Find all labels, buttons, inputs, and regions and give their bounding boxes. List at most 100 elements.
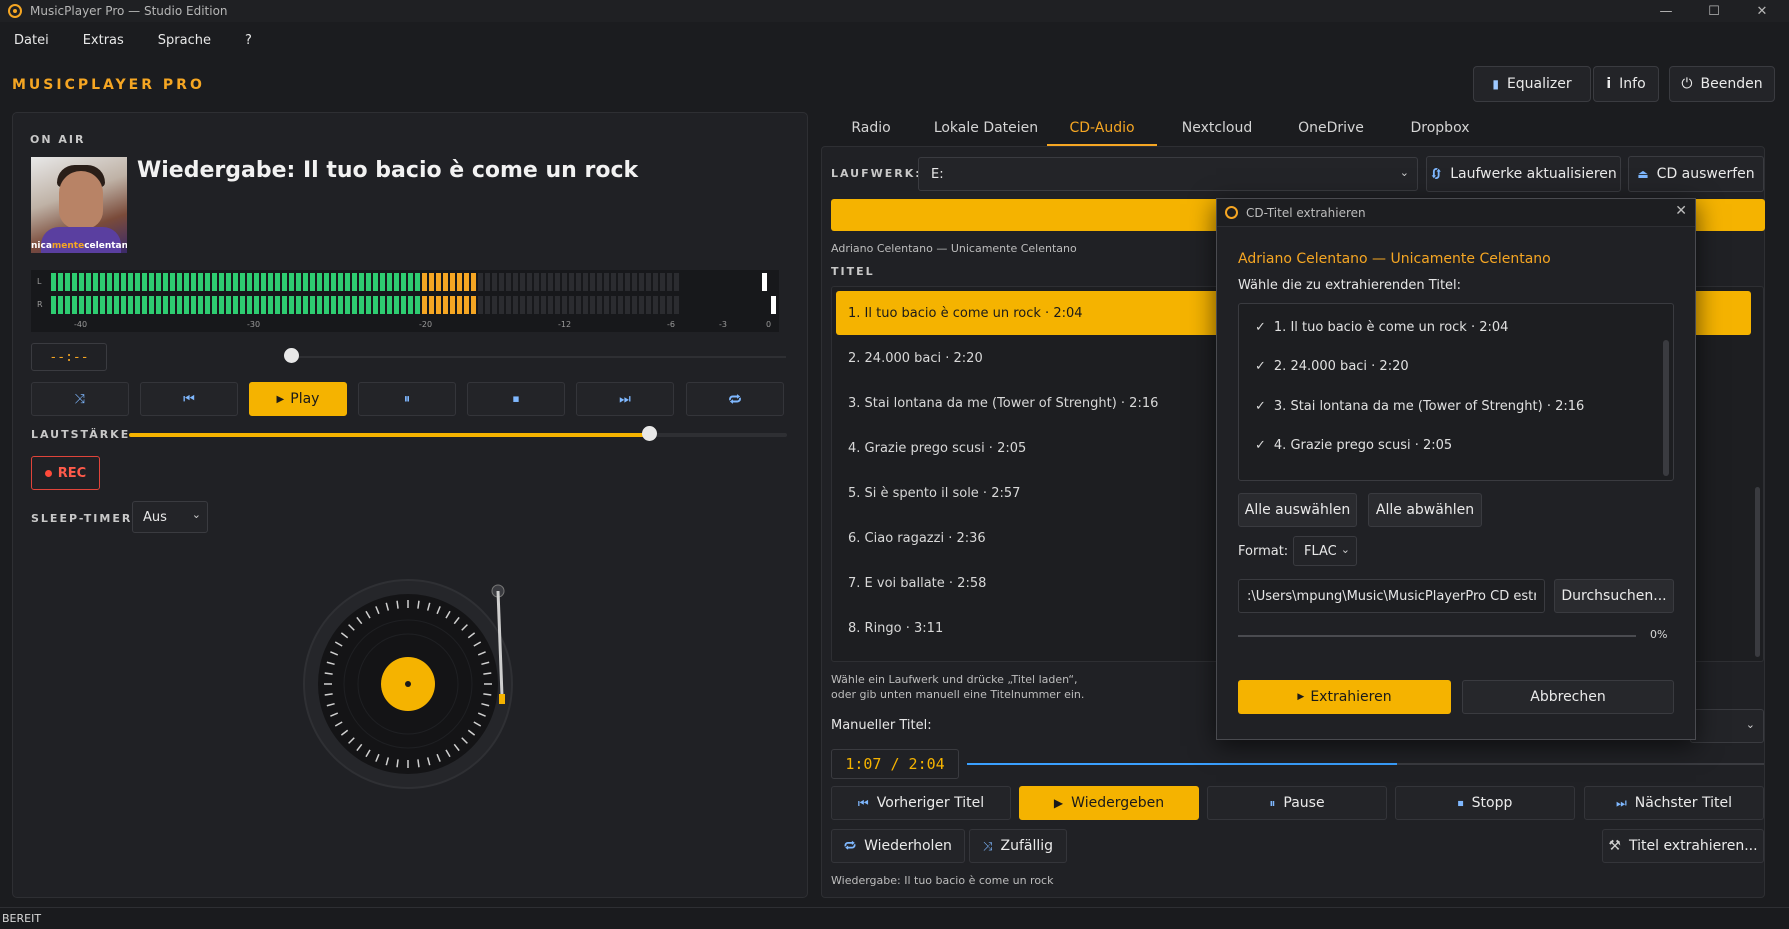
- info-button[interactable]: i Info: [1593, 66, 1659, 102]
- close-icon[interactable]: ✕: [1738, 0, 1786, 22]
- volume-handle[interactable]: [641, 426, 657, 441]
- menu-sprache[interactable]: Sprache: [138, 33, 225, 48]
- tab-cd-audio[interactable]: CD-Audio: [1047, 116, 1157, 146]
- previous-track-button[interactable]: ⏮ Vorheriger Titel: [831, 786, 1011, 820]
- dialog-track-item[interactable]: ✓ 3. Stai lontana da me (Tower of Strengh…: [1255, 391, 1584, 421]
- record-button[interactable]: REC: [31, 456, 100, 490]
- shuffle-icon: ⤨: [982, 838, 993, 853]
- eject-cd-label: CD auswerfen: [1656, 166, 1755, 182]
- vu-segment: [247, 273, 252, 291]
- pause-button[interactable]: ⏸: [358, 382, 456, 416]
- repeat-button[interactable]: 🔁︎: [686, 382, 784, 416]
- select-all-button[interactable]: Alle auswählen: [1238, 493, 1357, 527]
- seek-handle[interactable]: [284, 348, 299, 363]
- vu-segment: [226, 296, 231, 314]
- play-button[interactable]: ▶ Play: [249, 382, 347, 416]
- shuffle-button[interactable]: ⤨: [31, 382, 129, 416]
- dialog-list-scrollbar[interactable]: [1663, 340, 1669, 476]
- maximize-icon[interactable]: ☐: [1690, 0, 1738, 22]
- vu-segment: [310, 296, 315, 314]
- tab-local-files[interactable]: Lokale Dateien: [922, 116, 1050, 146]
- vu-segment: [65, 296, 70, 314]
- shuffle-icon: ⤨: [74, 391, 86, 407]
- extract-tracks-button[interactable]: ⚒ Titel extrahieren...: [1602, 829, 1764, 863]
- vu-segment: [289, 296, 294, 314]
- vu-segment: [590, 296, 595, 314]
- sleep-timer-select[interactable]: Aus ⌄: [132, 501, 208, 533]
- vu-segment: [303, 273, 308, 291]
- vu-segment: [471, 273, 476, 291]
- volume-slider[interactable]: [129, 433, 787, 437]
- vu-segment: [345, 296, 350, 314]
- tab-onedrive[interactable]: OneDrive: [1276, 116, 1386, 146]
- previous-icon: ⏮: [857, 795, 869, 810]
- vu-segment: [205, 273, 210, 291]
- vu-segment: [464, 273, 469, 291]
- drive-label: LAUFWERK:: [831, 167, 922, 180]
- brand-title: MUSICPLAYER PRO: [12, 77, 205, 93]
- close-icon[interactable]: ✕: [1675, 203, 1687, 219]
- menu-datei[interactable]: Datei: [0, 33, 63, 48]
- vu-segment: [555, 296, 560, 314]
- next-button[interactable]: ⏭: [576, 382, 674, 416]
- hammer-icon: ⚒: [1608, 838, 1621, 854]
- track-list-scrollbar[interactable]: [1755, 487, 1760, 657]
- cd-pause-button[interactable]: ⏸ Pause: [1207, 786, 1387, 820]
- stop-button[interactable]: ⏹: [467, 382, 565, 416]
- format-select[interactable]: FLAC ⌄: [1293, 536, 1357, 566]
- extract-progress-percent: 0%: [1650, 628, 1668, 641]
- extract-button[interactable]: ▶ Extrahieren: [1238, 680, 1451, 714]
- vu-segment: [331, 296, 336, 314]
- shuffle-track-button[interactable]: ⤨ Zufällig: [969, 829, 1067, 863]
- dialog-track-item[interactable]: ✓ 1. Il tuo bacio è come un rock · 2:04: [1255, 312, 1508, 342]
- menu-extras[interactable]: Extras: [63, 33, 138, 48]
- output-path-input[interactable]: [1238, 579, 1545, 613]
- volume-fill: [129, 433, 649, 437]
- dialog-title-bar: CD-Titel extrahieren ✕: [1217, 199, 1695, 227]
- eject-cd-button[interactable]: ⏏ CD auswerfen: [1628, 156, 1764, 192]
- vu-segment: [324, 296, 329, 314]
- vu-segment: [268, 273, 273, 291]
- next-track-button[interactable]: ⏭ Nächster Titel: [1584, 786, 1764, 820]
- seek-track[interactable]: [292, 356, 786, 358]
- hint-text: Wähle ein Laufwerk und drücke „Titel lad…: [831, 673, 1085, 701]
- cd-play-button[interactable]: ▶ Wiedergeben: [1019, 786, 1199, 820]
- vu-segment: [646, 296, 651, 314]
- vu-segment: [611, 273, 616, 291]
- refresh-drives-button[interactable]: 🔄︎ Laufwerke aktualisieren: [1426, 156, 1621, 192]
- browse-button[interactable]: Durchsuchen...: [1554, 579, 1674, 613]
- dialog-track-item[interactable]: ✓ 2. 24.000 baci · 2:20: [1255, 351, 1409, 381]
- deselect-all-button[interactable]: Alle abwählen: [1368, 493, 1482, 527]
- tab-radio[interactable]: Radio: [837, 116, 905, 146]
- previous-button[interactable]: ⏮: [140, 382, 238, 416]
- manual-track-select[interactable]: ⌄: [1690, 709, 1764, 743]
- status-bar: BEREIT: [0, 907, 1789, 929]
- tab-nextcloud[interactable]: Nextcloud: [1162, 116, 1272, 146]
- info-label: Info: [1619, 76, 1646, 92]
- minimize-icon[interactable]: —: [1642, 0, 1690, 22]
- vu-segment: [107, 296, 112, 314]
- format-value: FLAC: [1304, 543, 1337, 559]
- vu-segment: [597, 273, 602, 291]
- vu-segment: [65, 273, 70, 291]
- quit-button[interactable]: ⏻ Beenden: [1669, 66, 1775, 102]
- dialog-track-item[interactable]: ✓ 4. Grazie prego scusi · 2:05: [1255, 430, 1452, 460]
- repeat-track-button[interactable]: 🔁︎ Wiederholen: [831, 829, 965, 863]
- menu-help[interactable]: ?: [225, 33, 266, 48]
- drive-select[interactable]: E: ⌄: [918, 157, 1418, 191]
- tab-dropbox[interactable]: Dropbox: [1391, 116, 1489, 146]
- vu-segment: [625, 273, 630, 291]
- previous-icon: ⏮: [183, 391, 195, 407]
- cd-stop-button[interactable]: ⏹ Stopp: [1395, 786, 1575, 820]
- power-icon: ⏻: [1681, 76, 1693, 92]
- extract-tracks-label: Titel extrahieren...: [1628, 838, 1758, 854]
- app-logo-icon: [8, 4, 22, 18]
- cancel-button[interactable]: Abbrechen: [1462, 680, 1674, 714]
- vu-segment: [667, 296, 672, 314]
- cd-play-label: Wiedergeben: [1071, 795, 1165, 811]
- equalizer-button[interactable]: ▮ Equalizer: [1473, 66, 1591, 102]
- cd-seek-track[interactable]: [967, 763, 1764, 765]
- extract-label: Extrahieren: [1310, 689, 1392, 705]
- dialog-album: Adriano Celentano — Unicamente Celentano: [1238, 251, 1551, 267]
- vu-segment: [394, 273, 399, 291]
